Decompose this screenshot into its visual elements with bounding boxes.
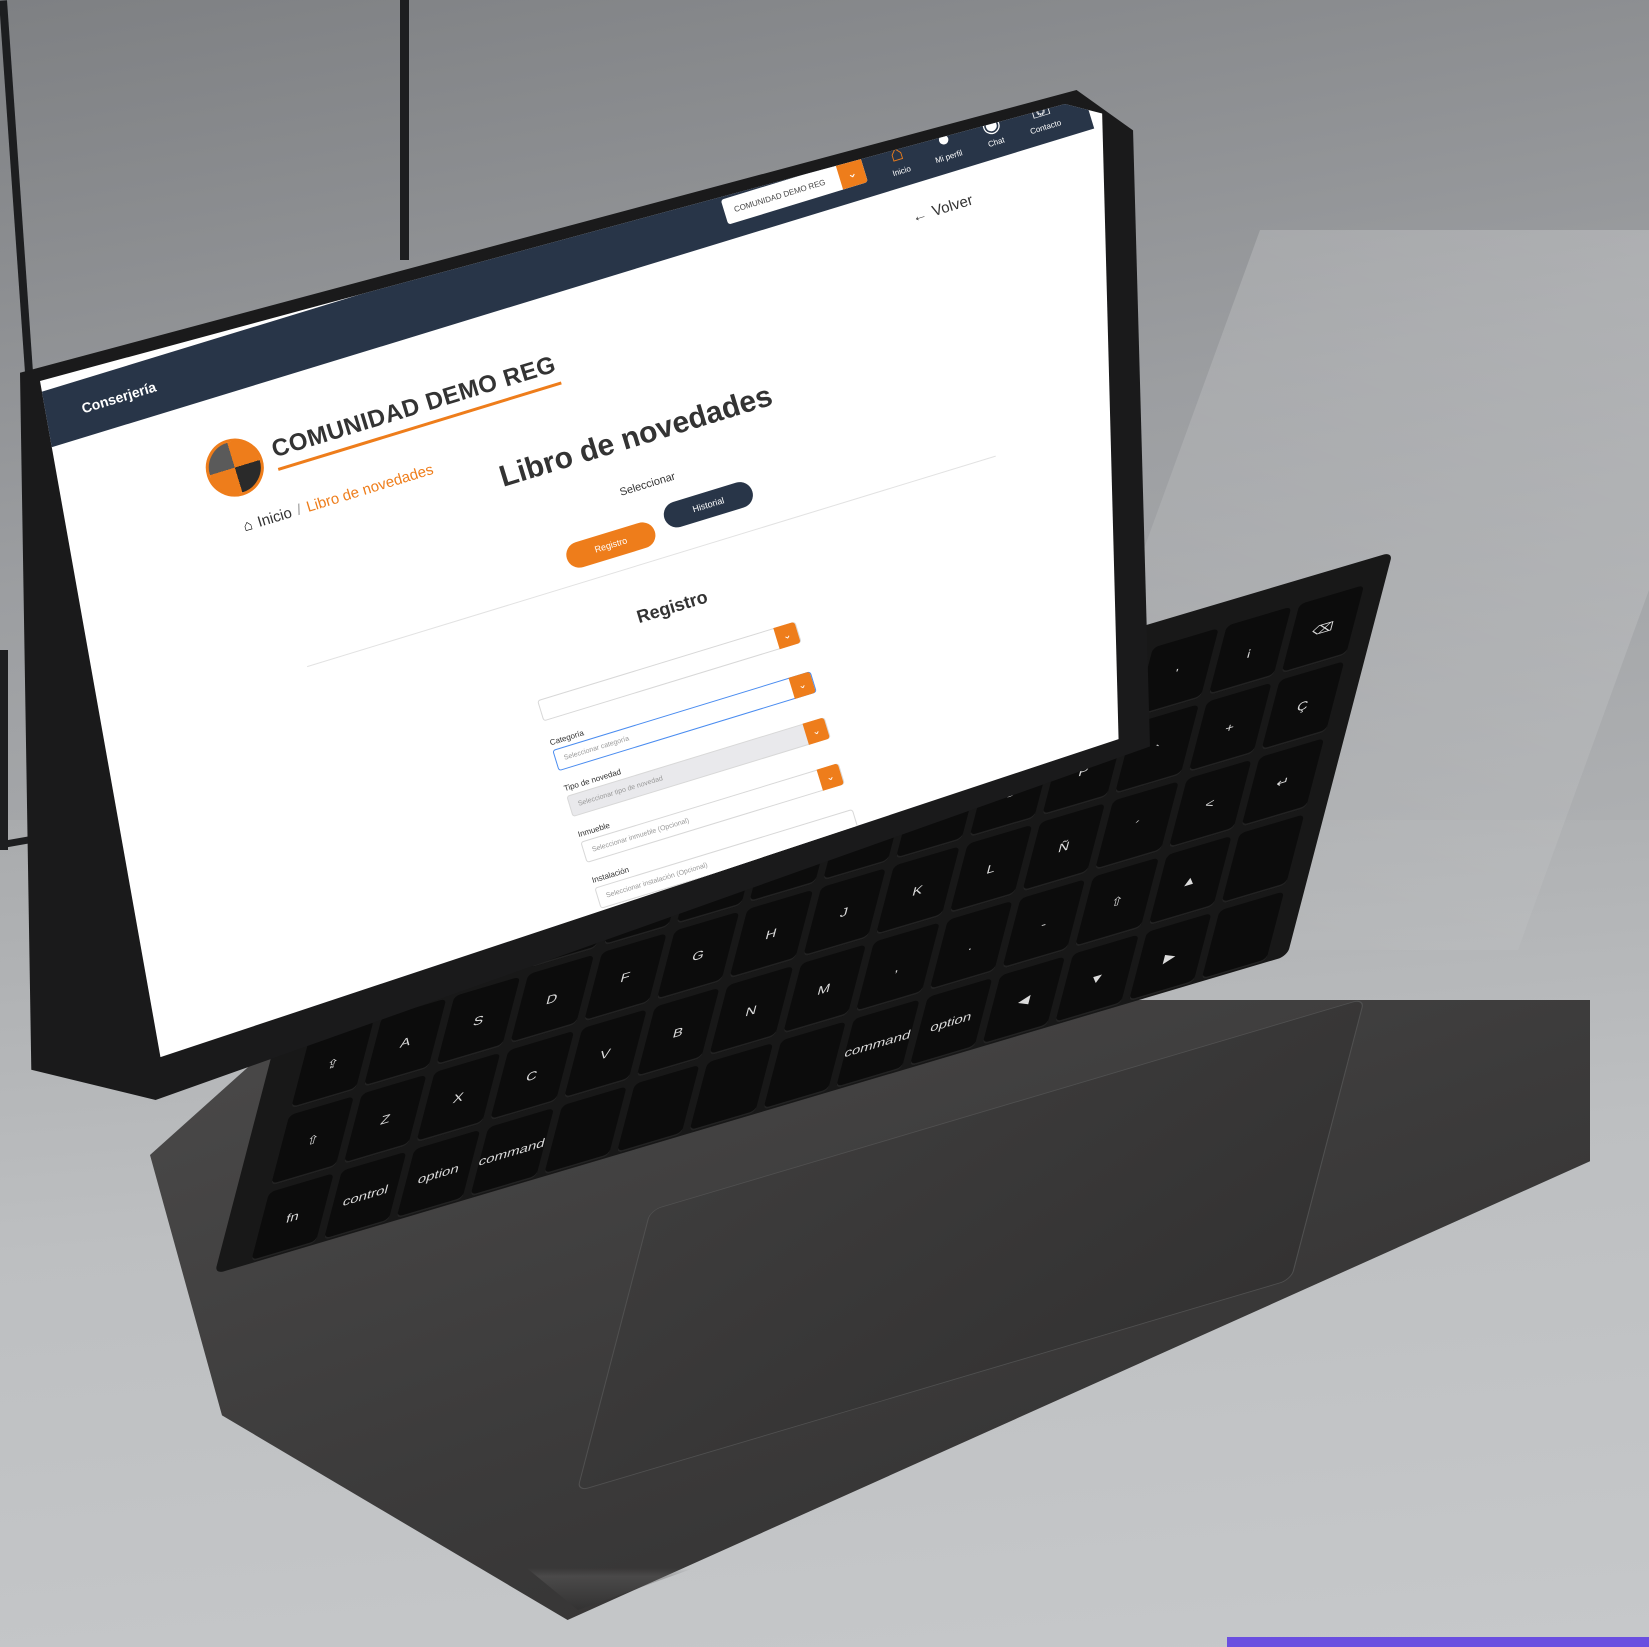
nav-label: Chat bbox=[986, 135, 1006, 150]
keyboard-key[interactable]: option bbox=[909, 977, 993, 1067]
keyboard-key[interactable]: ⌫ bbox=[1280, 584, 1365, 675]
keyboard-key[interactable] bbox=[1201, 890, 1285, 981]
keyboard-key[interactable]: option bbox=[396, 1129, 480, 1219]
footer-accent-strip bbox=[1227, 1637, 1649, 1647]
section-title: Registro bbox=[634, 586, 710, 628]
keyboard-key[interactable]: ▶ bbox=[1128, 912, 1212, 1002]
chevron-down-icon[interactable]: ⌄ bbox=[802, 717, 830, 745]
keyboard-key[interactable]: command bbox=[469, 1107, 554, 1197]
keyboard-key[interactable] bbox=[689, 1042, 773, 1132]
window-frame bbox=[0, 650, 8, 850]
arrow-left-icon: ← bbox=[909, 205, 930, 227]
breadcrumb: ⌂ Inicio / Libro de novedades bbox=[241, 461, 435, 535]
breadcrumb-home[interactable]: Inicio bbox=[256, 504, 294, 530]
nav-label: Mi perfil bbox=[934, 148, 964, 166]
keyboard-key[interactable]: control bbox=[323, 1151, 408, 1241]
keyboard-key[interactable] bbox=[543, 1085, 627, 1176]
community-title: COMUNIDAD DEMO REG bbox=[268, 350, 562, 471]
select-label: Seleccionar bbox=[618, 470, 677, 499]
breadcrumb-current: Libro de novedades bbox=[304, 461, 436, 516]
breadcrumb-separator: / bbox=[294, 501, 304, 519]
tab-historial[interactable]: Historial bbox=[660, 478, 757, 531]
keyboard-key[interactable] bbox=[1221, 814, 1305, 904]
keyboard-key[interactable] bbox=[616, 1064, 700, 1154]
back-link[interactable]: ← Volver bbox=[910, 192, 975, 227]
keyboard-key[interactable]: ▼ bbox=[1055, 934, 1139, 1024]
chevron-down-icon[interactable]: ⌄ bbox=[773, 621, 801, 650]
home-icon: ⌂ bbox=[241, 516, 255, 536]
keyboard-key[interactable]: ↵ bbox=[1241, 737, 1325, 828]
back-label: Volver bbox=[930, 191, 975, 221]
chevron-down-icon[interactable]: ⌄ bbox=[788, 671, 816, 699]
sidebar-brand[interactable]: Conserjería bbox=[80, 379, 158, 417]
keyboard-key[interactable] bbox=[762, 1021, 846, 1111]
chevron-down-icon[interactable]: ⌄ bbox=[816, 763, 845, 791]
window-frame bbox=[400, 0, 409, 260]
keyboard-key[interactable]: fn bbox=[251, 1172, 335, 1262]
page-title: Libro de novedades bbox=[495, 379, 777, 494]
community-logo bbox=[198, 431, 272, 504]
keyboard-key[interactable]: command bbox=[835, 999, 920, 1089]
keyboard-key[interactable]: ◀ bbox=[982, 955, 1066, 1045]
keyboard-key[interactable]: Ç bbox=[1261, 661, 1345, 751]
